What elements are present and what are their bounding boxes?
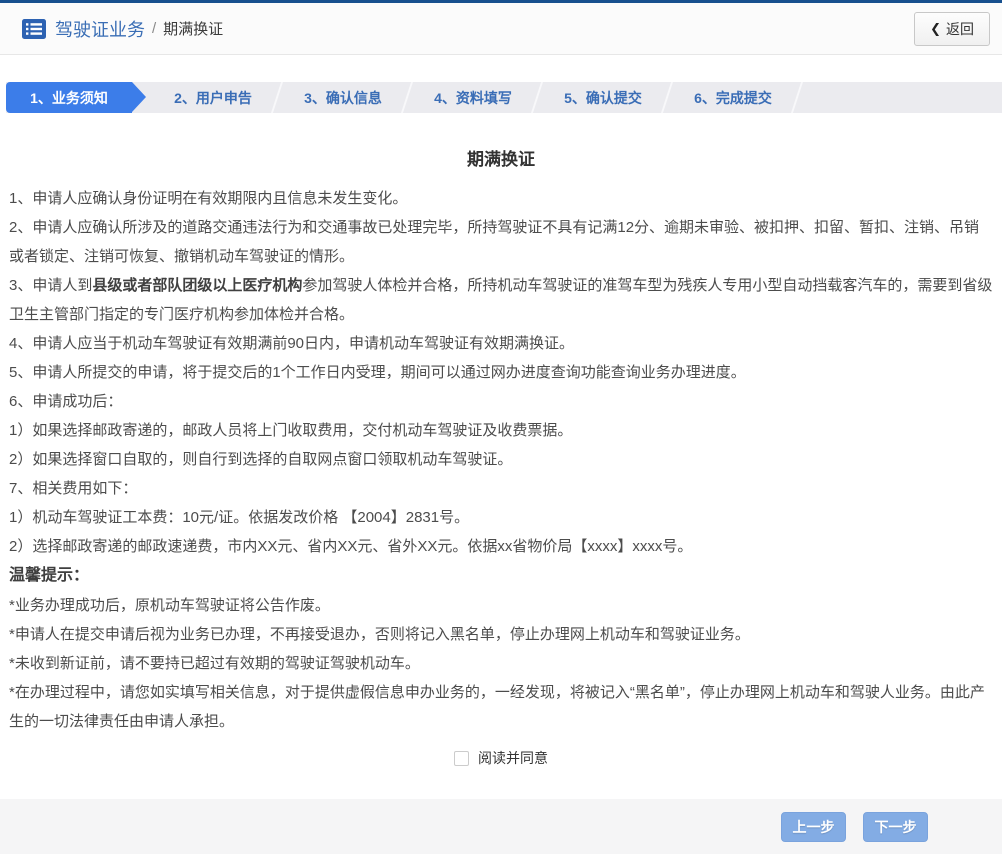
- step-label: 2、用户申告: [174, 89, 252, 106]
- notice-text-block: 1、申请人应确认身份证明在有效期限内且信息未发生变化。 2、申请人应确认所涉及的…: [0, 184, 1002, 736]
- tips-title: 温馨提示：: [9, 567, 90, 584]
- tip-paragraph: *未收到新证前，请不要持已超过有效期的驾驶证驾驶机动车。: [9, 655, 420, 672]
- step-label: 1、业务须知: [30, 89, 108, 106]
- notice-paragraph: 2）如果选择窗口自取的，则自行到选择的自取网点窗口领取机动车驾驶证。: [9, 451, 513, 468]
- page-header: 驾驶证业务 / 期满换证 ❮ 返回: [0, 3, 1002, 55]
- notice-paragraph: 7、相关费用如下：: [9, 480, 138, 497]
- tip-paragraph: *业务办理成功后，原机动车驾驶证将公告作废。: [9, 597, 330, 614]
- tip-paragraph: *在办理过程中，请您如实填写相关信息，对于提供虚假信息申办业务的，一经发现，将被…: [9, 684, 985, 730]
- step-label: 3、确认信息: [304, 89, 382, 106]
- step-1-business-notice[interactable]: 1、业务须知: [6, 82, 146, 113]
- notice-paragraph-bold: 县级或者部队团级以上医疗机构: [92, 277, 303, 294]
- notice-paragraph: 3、申请人到县级或者部队团级以上医疗机构参加驾驶人体检并合格，所持机动车驾驶证的…: [9, 271, 993, 329]
- notice-paragraph: 6、申请成功后：: [9, 393, 123, 410]
- next-step-button[interactable]: 下一步: [863, 811, 928, 842]
- agreement-row: 阅读并同意: [0, 748, 1002, 768]
- list-icon: [22, 18, 46, 39]
- back-button-label: 返回: [946, 20, 974, 37]
- step-label: 5、确认提交: [564, 89, 642, 106]
- notice-paragraph: 4、申请人应当于机动车驾驶证有效期满前90日内，申请机动车驾驶证有效期满换证。: [9, 335, 575, 352]
- step-4-fill-materials[interactable]: 4、资料填写: [408, 82, 538, 113]
- agree-label[interactable]: 阅读并同意: [478, 748, 548, 768]
- step-5-confirm-submit[interactable]: 5、确认提交: [538, 82, 668, 113]
- step-label: 4、资料填写: [434, 89, 512, 106]
- notice-paragraph: 1、申请人应确认身份证明在有效期限内且信息未发生变化。: [9, 190, 408, 207]
- breadcrumb-section[interactable]: 驾驶证业务: [55, 16, 145, 42]
- notice-paragraph: 2）选择邮政寄递的邮政速递费，市内XX元、省内XX元、省外XX元。依据xx省物价…: [9, 538, 693, 555]
- back-button[interactable]: ❮ 返回: [914, 11, 990, 46]
- step-progress-bar: 1、业务须知 2、用户申告 3、确认信息 4、资料填写 5、确认提交 6、完成提…: [6, 82, 1002, 113]
- notice-paragraph: 1）如果选择邮政寄递的，邮政人员将上门收取费用，交付机动车驾驶证及收费票据。: [9, 422, 573, 439]
- page-title: 期满换证: [467, 150, 535, 169]
- breadcrumb-separator: /: [152, 20, 157, 37]
- step-3-confirm-info[interactable]: 3、确认信息: [278, 82, 408, 113]
- step-2-user-declaration[interactable]: 2、用户申告: [148, 82, 278, 113]
- notice-paragraph-segment: 3、申请人到: [9, 277, 93, 294]
- prev-step-button[interactable]: 上一步: [781, 811, 846, 842]
- step-label: 6、完成提交: [694, 89, 772, 106]
- footer-action-bar: 上一步 下一步: [0, 799, 1002, 854]
- notice-paragraph: 5、申请人所提交的申请，将于提交后的1个工作日内受理，期间可以通过网办进度查询功…: [9, 364, 746, 381]
- step-arrow-icon: [132, 82, 146, 112]
- notice-paragraph: 2、申请人应确认所涉及的道路交通违法行为和交通事故已处理完毕，所持驾驶证不具有记…: [9, 219, 980, 265]
- tip-paragraph: *申请人在提交申请后视为业务已办理，不再接受退办，否则将记入黑名单，停止办理网上…: [9, 626, 750, 643]
- stepbar-filler: [798, 82, 1002, 113]
- breadcrumb-current: 期满换证: [163, 21, 224, 38]
- notice-paragraph: 1）机动车驾驶证工本费：10元/证。依据发改价格 【2004】2831号。: [9, 509, 470, 526]
- agree-checkbox[interactable]: [454, 750, 469, 766]
- chevron-left-icon: ❮: [930, 20, 941, 36]
- step-6-complete-submit[interactable]: 6、完成提交: [668, 82, 798, 113]
